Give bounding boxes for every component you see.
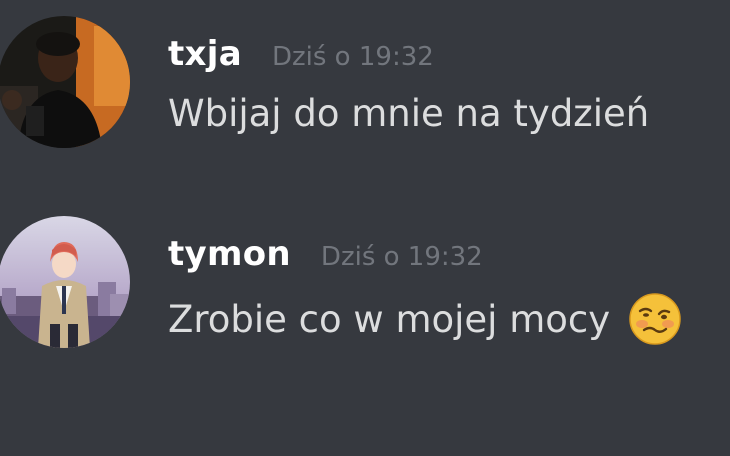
- woozy-face-icon[interactable]: [628, 292, 682, 346]
- username[interactable]: tymon: [168, 234, 291, 274]
- message-text: Zrobie co w mojej mocy: [168, 297, 611, 341]
- user-photo-avatar[interactable]: [0, 16, 130, 148]
- chat-message: txja Dziś o 19:32 Wbijaj do mnie na tydz…: [0, 16, 730, 156]
- message-header: tymon Dziś o 19:32: [168, 234, 483, 274]
- message-header: txja Dziś o 19:32: [168, 34, 434, 74]
- timestamp[interactable]: Dziś o 19:32: [272, 42, 434, 72]
- message-content: Zrobie co w mojej mocy: [168, 292, 682, 346]
- username[interactable]: txja: [168, 34, 242, 74]
- message-content: Wbijaj do mnie na tydzień: [168, 92, 649, 135]
- anime-character-avatar[interactable]: [0, 216, 130, 348]
- chat-message: tymon Dziś o 19:32 Zrobie co w mojej moc…: [0, 216, 730, 356]
- message-text: Wbijaj do mnie na tydzień: [168, 92, 650, 135]
- timestamp[interactable]: Dziś o 19:32: [321, 242, 483, 272]
